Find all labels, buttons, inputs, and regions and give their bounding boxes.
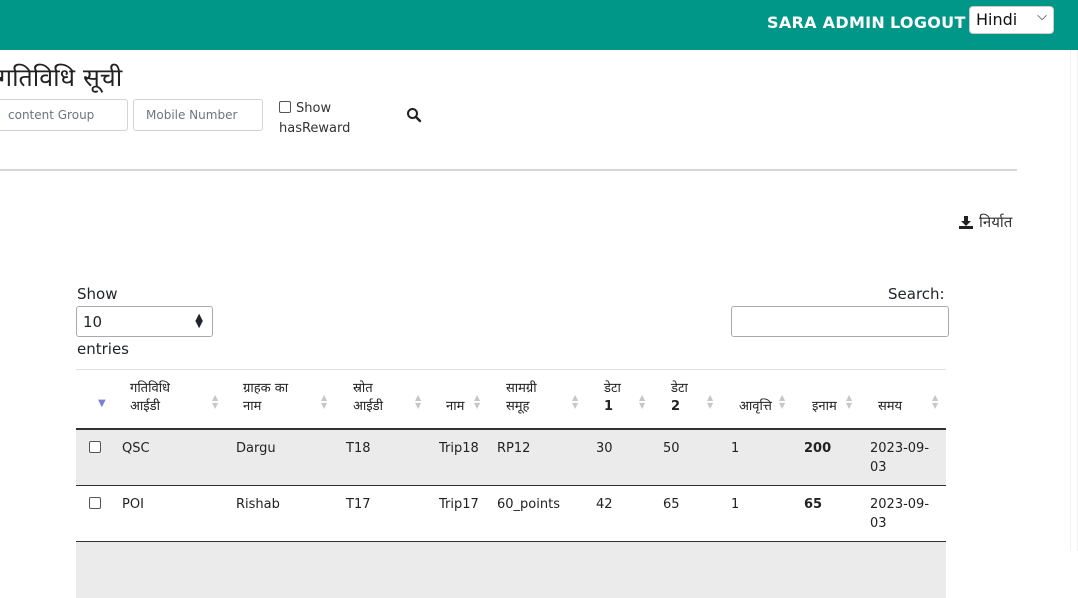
cell-activity-id: QSC [122,441,150,456]
content-group-input[interactable]: content Group [0,99,128,131]
page-title: गतिविधि सूची [0,63,123,92]
cell-frequency: 1 [731,497,740,512]
cell-name: Trip17 [439,497,479,512]
table-row[interactable] [76,542,946,598]
select-arrows-icon: ▲ ▼ [195,312,203,330]
mobile-number-placeholder: Mobile Number [146,108,238,122]
search-icon[interactable] [405,106,423,124]
export-button[interactable]: निर्यात [959,212,1012,232]
user-name[interactable]: SARA ADMIN [767,13,885,32]
entries-select[interactable]: 10 ▲ ▼ [76,306,213,337]
language-value: Hindi [976,10,1018,29]
cell-content-group: RP12 [497,441,531,456]
has-reward-label-line1: Show [296,101,332,116]
col-name[interactable]: नाम [446,380,464,416]
cell-data-2: 65 [663,497,680,512]
language-select[interactable]: Hindi ⌵ [969,6,1054,34]
has-reward-label: Show hasReward [279,99,350,139]
sort-icon[interactable]: ▲ ▼ [415,394,421,410]
col-reward[interactable]: इनाम [812,380,837,416]
show-label: Show [77,285,118,303]
sort-icon[interactable]: ▲ ▼ [846,394,852,410]
cell-customer: Dargu [236,441,276,456]
sort-icon[interactable]: ▲ ▼ [212,394,218,410]
row-checkbox[interactable] [89,497,101,509]
row-checkbox[interactable] [89,441,101,453]
download-icon [959,216,973,229]
cell-data-1: 42 [596,497,613,512]
col-frequency[interactable]: आवृत्ति [739,380,772,416]
cell-reward: 200 [804,441,832,456]
content-group-placeholder: content Group [8,108,95,122]
sort-icon[interactable]: ▲ ▼ [572,394,578,410]
col-data-1[interactable]: डेटा 1 [604,380,621,416]
logout-link[interactable]: LOGOUT [890,13,966,32]
page-scrollbar[interactable] [1070,50,1078,551]
col-data-2[interactable]: डेटा 2 [671,380,688,416]
section-divider [0,169,1017,171]
cell-frequency: 1 [731,441,740,456]
cell-reward: 65 [804,497,823,512]
export-label: निर्यात [979,213,1013,231]
cell-name: Trip18 [439,441,479,456]
sort-icon[interactable]: ▲ ▼ [779,394,785,410]
mobile-number-input[interactable]: Mobile Number [133,99,263,131]
sort-icon[interactable]: ▲ ▼ [932,394,938,410]
cell-customer: Rishab [236,497,280,512]
sort-asc-icon[interactable]: ▼ [98,399,106,409]
col-customer-name[interactable]: ग्राहक का नाम [243,380,288,416]
has-reward-label-line2: hasReward [279,121,351,136]
entries-label: entries [77,340,129,358]
sort-icon[interactable]: ▲ ▼ [707,394,713,410]
cell-data-2: 50 [663,441,680,456]
cell-source-id: T18 [346,441,371,456]
col-time[interactable]: समय [878,380,902,416]
col-source-id[interactable]: स्रोत आईडी [353,380,383,416]
sort-icon[interactable]: ▲ ▼ [639,394,645,410]
chevron-down-icon: ⌵ [1037,9,1047,24]
col-content-group[interactable]: सामग्री समूह [506,380,537,416]
cell-data-1: 30 [596,441,613,456]
cell-content-group: 60_points [497,497,560,512]
cell-source-id: T17 [346,497,371,512]
sort-icon[interactable]: ▲ ▼ [321,394,327,410]
sort-icon[interactable]: ▲ ▼ [474,394,480,410]
cell-activity-id: POI [122,497,144,512]
table-row[interactable]: QSC Dargu T18 Trip18 RP12 30 50 1 200 20… [76,430,946,486]
cell-time: 2023-09- 03 [870,441,930,475]
cell-time: 2023-09- 03 [870,497,930,531]
col-activity-id[interactable]: गतिविधि आईडी [130,380,170,416]
entries-select-value: 10 [83,313,103,331]
table-header: ▼ गतिविधि आईडी ▲ ▼ ग्राहक का नाम ▲ ▼ स्रोत आई… [76,369,946,430]
top-navbar: SARA ADMIN LOGOUT Hindi ⌵ [0,0,1078,50]
search-label: Search: [888,285,945,303]
table-row[interactable]: POI Rishab T17 Trip17 60_points 42 65 1 … [76,486,946,542]
table-search-input[interactable] [731,306,949,337]
